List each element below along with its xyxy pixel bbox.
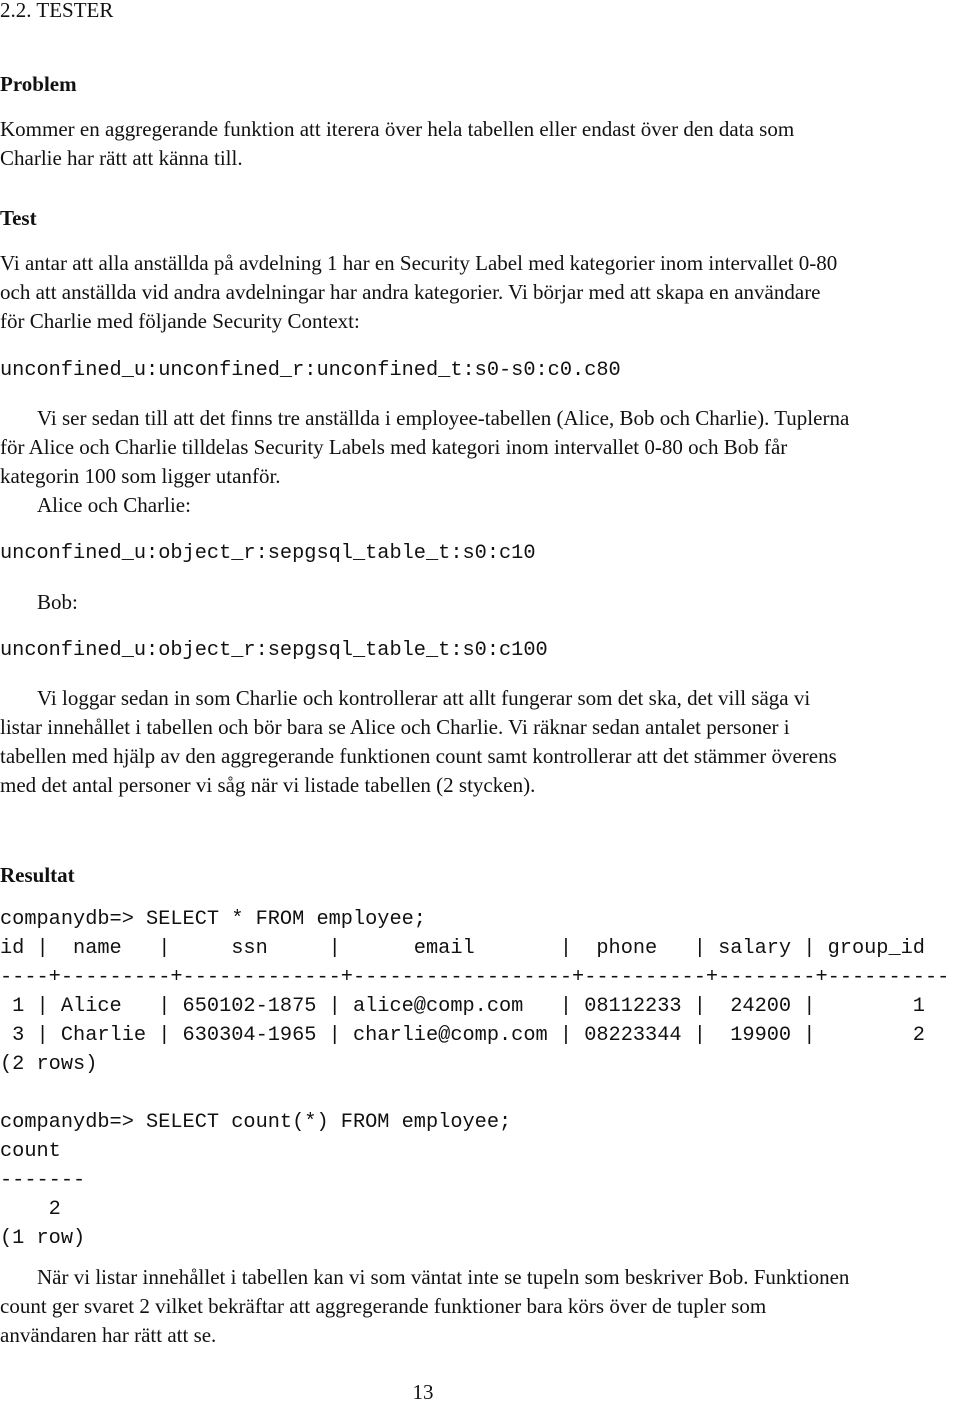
table-row: 1 | Alice | 650102-1875 | alice@comp.com… — [0, 995, 925, 1018]
terminal-line: companydb=> SELECT count(*) FROM employe… — [0, 1111, 512, 1134]
count-separator: ------- — [0, 1169, 86, 1192]
row-count: (2 rows) — [0, 1053, 98, 1076]
terminal-output: companydb=> SELECT * FROM employee; id |… — [0, 905, 949, 1253]
test-heading: Test — [0, 206, 37, 230]
section-title: 2.2. TESTER — [0, 0, 114, 22]
count-header: count — [0, 1140, 61, 1163]
terminal-line: companydb=> SELECT * FROM employee; — [0, 908, 426, 931]
test-text-2: Vi ser sedan till att det finns tre anst… — [0, 406, 850, 488]
alice-charlie-code: unconfined_u:object_r:sepgsql_table_t:s0… — [0, 542, 536, 565]
test-text: Vi antar att alla anställda på avdelning… — [0, 251, 838, 333]
problem-text: Kommer en aggregerande funktion att iter… — [0, 117, 795, 170]
alice-charlie-label: Alice och Charlie: — [37, 493, 191, 517]
table-row: 3 | Charlie | 630304-1965 | charlie@comp… — [0, 1024, 925, 1047]
blank-line — [0, 1079, 949, 1108]
result-text: När vi listar innehållet i tabellen kan … — [0, 1265, 850, 1347]
table-header: id | name | ssn | email | phone | salary… — [0, 937, 925, 960]
security-context-code: unconfined_u:unconfined_r:unconfined_t:s… — [0, 359, 621, 382]
count-value: 2 — [0, 1198, 61, 1221]
table-separator: ----+---------+-------------+-----------… — [0, 966, 950, 989]
bob-code: unconfined_u:object_r:sepgsql_table_t:s0… — [0, 639, 548, 662]
row-count: (1 row) — [0, 1227, 86, 1250]
test-text-3: Vi loggar sedan in som Charlie och kontr… — [0, 686, 837, 797]
problem-heading: Problem — [0, 72, 77, 96]
result-heading: Resultat — [0, 863, 75, 887]
bob-label: Bob: — [37, 590, 78, 614]
page-number: 13 — [412, 1380, 434, 1404]
